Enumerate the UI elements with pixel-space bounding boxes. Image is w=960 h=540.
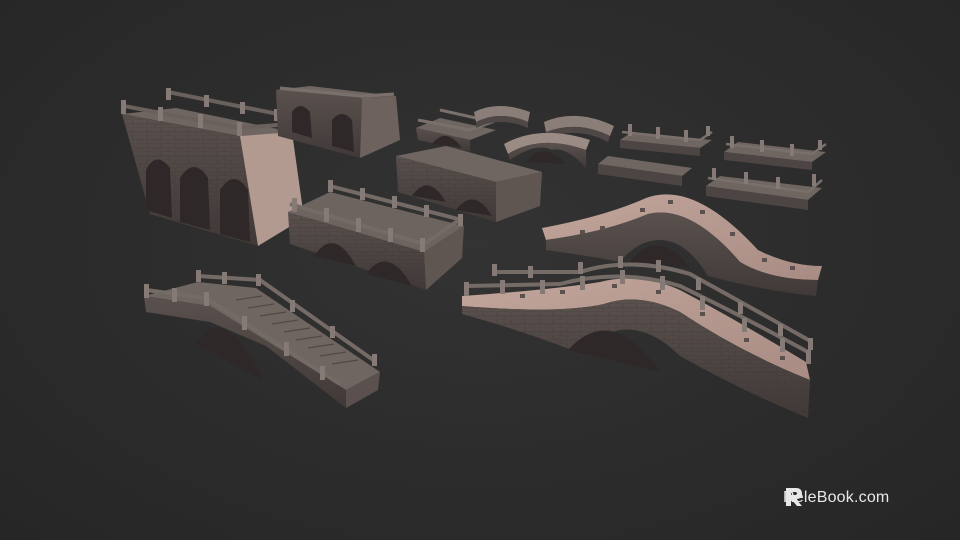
three-arch-gate-wall bbox=[121, 88, 304, 246]
render-scene: ReleBook.com bbox=[0, 0, 960, 540]
relebook-logo-icon bbox=[786, 488, 802, 506]
gate-tower-piece bbox=[276, 86, 400, 158]
watermark: ReleBook.com bbox=[783, 486, 889, 510]
railing-segment bbox=[724, 136, 827, 170]
flat-bridge-deck bbox=[598, 156, 692, 186]
stair-arch-bridge bbox=[144, 270, 380, 408]
bridge-asset-kit-render bbox=[121, 86, 827, 418]
flat-bridge-deck bbox=[706, 168, 823, 210]
short-arch-bridge bbox=[504, 132, 590, 168]
curved-walkway-piece bbox=[474, 106, 530, 128]
railing-segment bbox=[620, 124, 713, 156]
